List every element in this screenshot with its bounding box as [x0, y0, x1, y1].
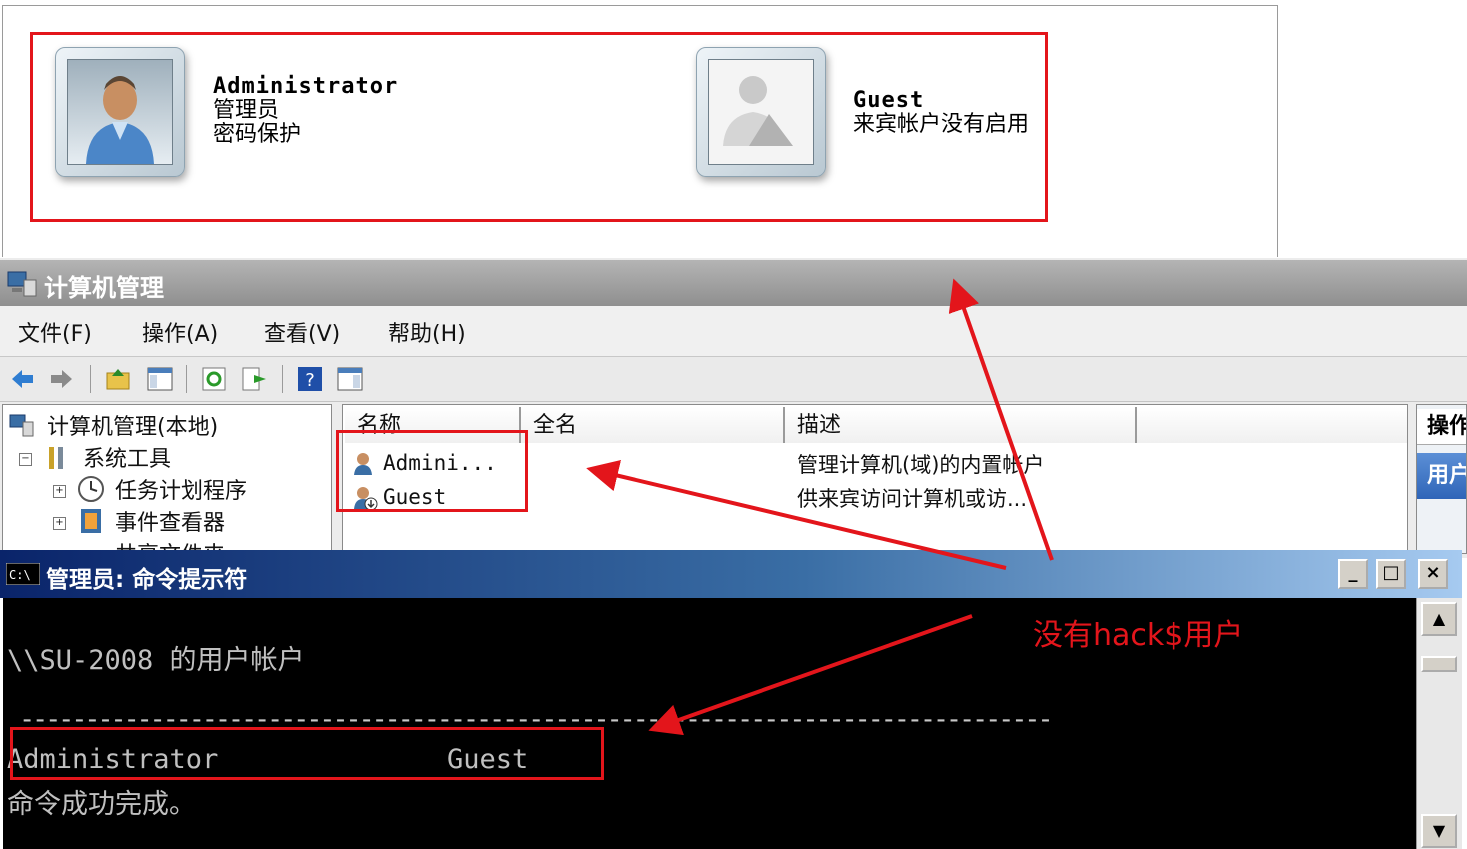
window-title: 管理员: 命令提示符 — [46, 567, 248, 593]
expand-icon[interactable]: + — [53, 517, 66, 530]
highlight-box-user-list — [336, 430, 528, 512]
export-list-icon[interactable] — [240, 365, 268, 393]
event-viewer-icon — [81, 509, 101, 533]
tree-item-event-viewer[interactable]: 事件查看器 — [115, 505, 225, 537]
cmd-title-bar[interactable]: C:\ 管理员: 命令提示符 _ □ × — [0, 550, 1462, 598]
column-header-fullname[interactable]: 全名 — [521, 407, 785, 443]
scroll-up-icon[interactable]: ▲ — [1421, 602, 1457, 636]
menu-file[interactable]: 文件(F) — [18, 316, 92, 348]
help-icon[interactable]: ? — [296, 365, 324, 393]
actions-item-users[interactable]: 用户 — [1417, 453, 1466, 499]
window-title: 计算机管理 — [44, 274, 164, 302]
console-tree: 计算机管理(本地) − 系统工具 + 任务计划程序 + 事件查看器 共享文件夹 — [2, 404, 332, 554]
tree-item-system-tools[interactable]: 系统工具 — [83, 441, 171, 473]
minimize-button[interactable]: _ — [1338, 559, 1368, 589]
user-description-cell: 供来宾访问计算机或访... — [797, 487, 1028, 511]
actions-pane: 操作 用户 — [1416, 404, 1467, 554]
tree-item-root[interactable]: 计算机管理(本地) — [47, 409, 218, 441]
toolbar: ? — [0, 357, 1467, 402]
column-header-empty — [1137, 407, 1407, 443]
menu-view[interactable]: 查看(V) — [264, 316, 340, 348]
close-button[interactable]: × — [1418, 559, 1448, 589]
console-line-header: \\SU-2008 的用户帐户 — [7, 645, 305, 676]
menu-help[interactable]: 帮助(H) — [388, 316, 466, 348]
computer-management-icon — [7, 271, 37, 297]
up-folder-icon[interactable] — [104, 365, 132, 393]
highlight-box-accounts — [30, 32, 1048, 222]
menu-bar: 文件(F) 操作(A) 查看(V) 帮助(H) — [0, 306, 1467, 357]
console-icon: C:\ — [6, 563, 40, 585]
maximize-button[interactable]: □ — [1376, 559, 1406, 589]
tools-icon — [49, 447, 63, 469]
svg-text:C:\: C:\ — [9, 568, 31, 582]
show-hide-tree-icon[interactable] — [146, 365, 174, 393]
collapse-icon[interactable]: − — [19, 453, 32, 466]
back-arrow-icon[interactable] — [8, 365, 36, 393]
actions-header: 操作 — [1417, 409, 1466, 445]
show-action-pane-icon[interactable] — [336, 365, 364, 393]
menu-action[interactable]: 操作(A) — [142, 316, 218, 348]
svg-text:?: ? — [305, 370, 315, 391]
computer-management-icon — [9, 414, 34, 437]
highlight-box-console-accounts — [10, 727, 604, 780]
console-line-done: 命令成功完成。 — [7, 789, 196, 820]
expand-icon[interactable]: + — [53, 485, 66, 498]
scroll-thumb[interactable] — [1421, 656, 1457, 672]
vertical-scrollbar[interactable]: ▲ ▼ — [1416, 598, 1462, 849]
refresh-icon[interactable] — [200, 365, 228, 393]
user-description-cell: 管理计算机(域)的内置帐户 — [797, 453, 1045, 477]
mmc-title-bar[interactable]: 计算机管理 — [0, 260, 1467, 306]
tree-item-task-scheduler[interactable]: 任务计划程序 — [115, 473, 247, 505]
annotation-no-hack-user: 没有hack$用户 — [1033, 618, 1244, 653]
clock-icon — [78, 476, 104, 502]
scroll-down-icon[interactable]: ▼ — [1421, 814, 1457, 848]
column-header-description[interactable]: 描述 — [785, 407, 1137, 443]
forward-arrow-icon[interactable] — [48, 365, 76, 393]
